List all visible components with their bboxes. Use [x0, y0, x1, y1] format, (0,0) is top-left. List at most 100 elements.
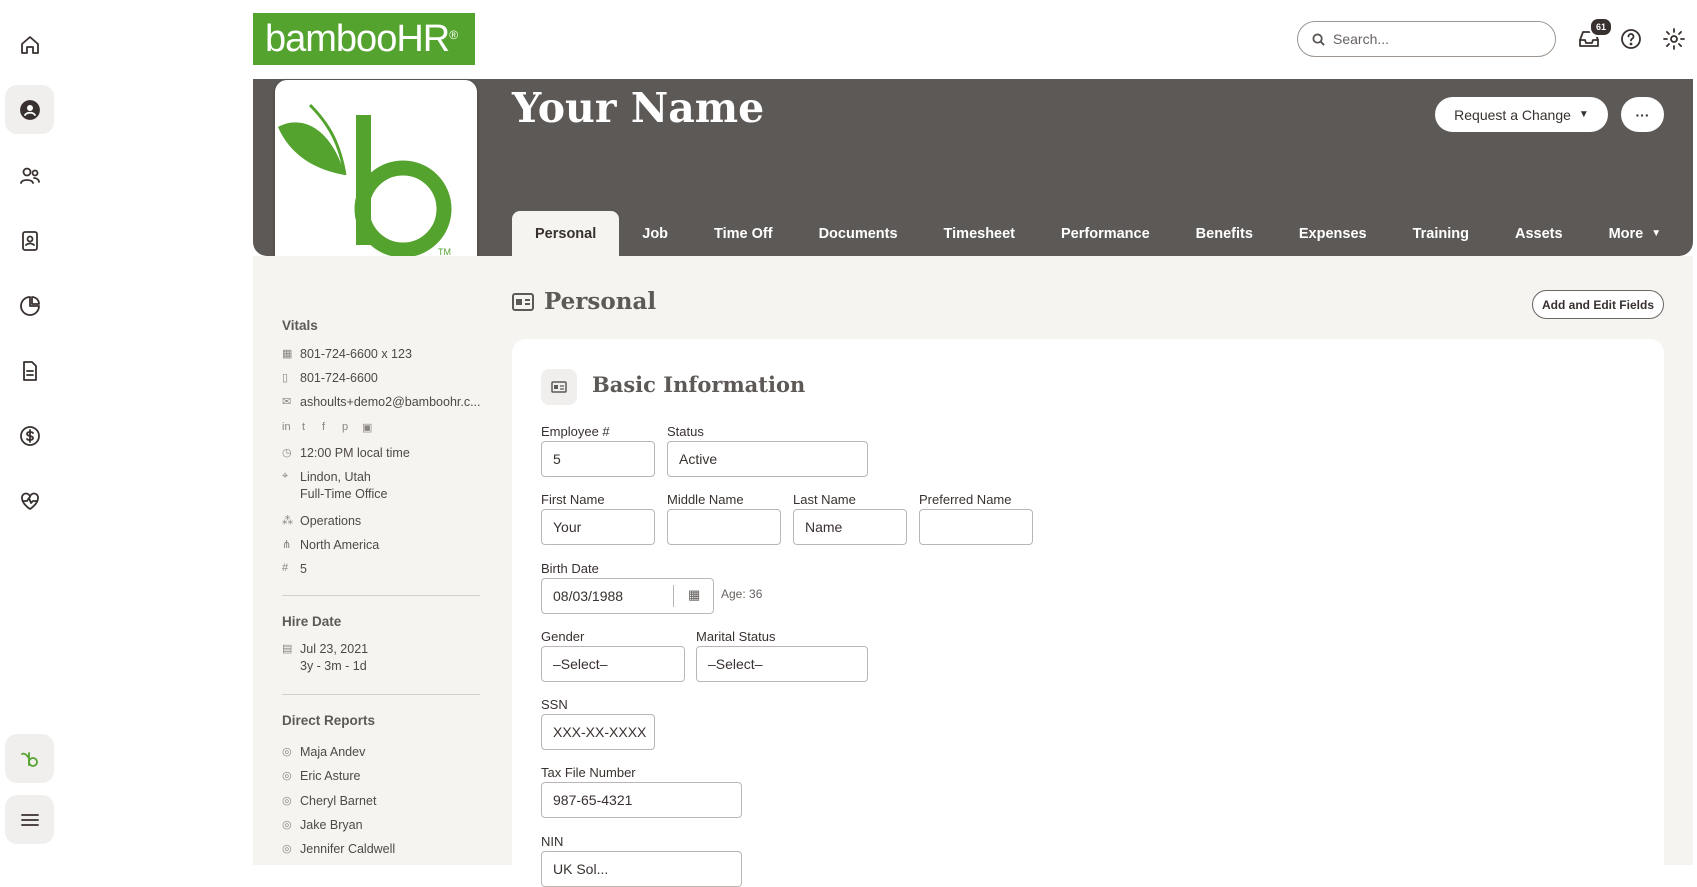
location: ⌖ Lindon, Utah Full-Time Office: [282, 470, 388, 501]
basic-info-title: Basic Information: [592, 372, 806, 397]
birth-date-field[interactable]: 08/03/1988 ▦: [541, 578, 714, 614]
person-icon: ◎: [282, 819, 292, 831]
people-icon[interactable]: [5, 151, 54, 200]
person-icon: ◎: [282, 795, 292, 807]
facebook-icon[interactable]: f: [322, 421, 336, 433]
search-icon: [1312, 32, 1325, 46]
help-icon[interactable]: [1617, 25, 1645, 53]
employee-photo: TM: [275, 80, 477, 283]
pinterest-icon[interactable]: p: [342, 421, 356, 433]
linkedin-icon[interactable]: in: [282, 421, 296, 433]
email-text[interactable]: ashoults+demo2@bamboohr.c...: [300, 395, 481, 409]
tab-performance[interactable]: Performance: [1038, 211, 1173, 256]
direct-report-item[interactable]: ◎ Jennifer Caldwell: [282, 842, 395, 856]
status-field[interactable]: Active: [667, 441, 868, 477]
add-edit-fields-button[interactable]: Add and Edit Fields: [1532, 290, 1664, 319]
tab-time-off[interactable]: Time Off: [691, 211, 796, 256]
middle-name-field[interactable]: [667, 509, 781, 545]
id-card-icon: [512, 292, 534, 311]
direct-report-item[interactable]: ◎ Eric Asture: [282, 769, 360, 783]
request-change-button[interactable]: Request a Change ▼: [1435, 97, 1608, 132]
notification-badge: 61: [1588, 17, 1613, 37]
division-text: North America: [300, 538, 380, 552]
tab-benefits[interactable]: Benefits: [1173, 211, 1276, 256]
ssn-field[interactable]: XXX-XX-XXXX: [541, 714, 655, 750]
local-time-text: 12:00 PM local time: [300, 446, 410, 460]
department-text: Operations: [300, 514, 362, 528]
tab-training[interactable]: Training: [1390, 211, 1492, 256]
tab-personal[interactable]: Personal: [512, 211, 620, 256]
my-info-icon[interactable]: [5, 85, 54, 134]
payroll-icon[interactable]: [5, 411, 54, 460]
reports-icon[interactable]: [5, 281, 54, 330]
direct-report-item[interactable]: ◎ Cheryl Barnet: [282, 794, 376, 808]
tab-assets[interactable]: Assets: [1492, 211, 1586, 256]
menu-icon[interactable]: [5, 795, 54, 844]
tab-expenses[interactable]: Expenses: [1276, 211, 1390, 256]
calendar-icon[interactable]: ▦: [688, 587, 700, 603]
gender-select[interactable]: –Select–: [541, 646, 685, 682]
tab-more-label: More: [1608, 225, 1644, 242]
direct-report-name[interactable]: Cheryl Barnet: [300, 794, 376, 808]
settings-gear-icon[interactable]: [1660, 25, 1688, 53]
tax-file-number-field[interactable]: 987-65-4321: [541, 782, 742, 818]
preferred-name-label: Preferred Name: [919, 492, 1012, 507]
first-name-field[interactable]: Your: [541, 509, 655, 545]
social-links: in t f p ▣: [282, 421, 376, 434]
gender-label: Gender: [541, 629, 585, 644]
division: ⋔ North America: [282, 538, 379, 552]
nav-rail: [0, 0, 58, 865]
nin-label: NIN: [541, 834, 564, 849]
inbox-icon[interactable]: 61: [1575, 17, 1613, 53]
direct-report-name[interactable]: Jake Bryan: [300, 818, 363, 832]
nin-field[interactable]: UK Sol...: [541, 851, 742, 887]
work-phone: ▦ 801-724-6600 x 123: [282, 347, 412, 361]
hire-date-text: Jul 23, 2021: [300, 642, 369, 656]
direct-reports-heading: Direct Reports: [282, 713, 376, 728]
location-city: Lindon, Utah: [300, 470, 371, 484]
phone-icon: ▯: [282, 372, 289, 384]
age-text: Age: 36: [721, 587, 763, 601]
marital-status-select[interactable]: –Select–: [696, 646, 868, 682]
id-card-icon: [541, 369, 577, 405]
instagram-icon[interactable]: ▣: [362, 421, 376, 434]
caret-down-icon: ▼: [1578, 109, 1589, 120]
tab-more[interactable]: More ▼: [1586, 211, 1685, 256]
employee-no-field[interactable]: 5: [541, 441, 655, 477]
bamboo-logo-icon[interactable]: [5, 734, 54, 783]
preferred-name-field[interactable]: [919, 509, 1033, 545]
home-icon[interactable]: [5, 20, 54, 69]
files-icon[interactable]: [5, 346, 54, 395]
caret-down-icon: ▼: [1651, 228, 1662, 239]
direct-report-name[interactable]: Maja Andev: [300, 745, 365, 759]
search-input[interactable]: Search...: [1297, 21, 1556, 57]
request-change-label: Request a Change: [1454, 106, 1571, 123]
divider: [673, 585, 674, 607]
tab-documents[interactable]: Documents: [796, 211, 921, 256]
first-name-label: First Name: [541, 492, 605, 507]
location-pin-icon: ⌖: [282, 470, 289, 482]
department-icon: ⁂: [282, 515, 293, 527]
direct-report-name[interactable]: Jennifer Caldwell: [300, 842, 395, 856]
local-time: ◷ 12:00 PM local time: [282, 446, 410, 460]
directory-icon[interactable]: [5, 216, 54, 265]
last-name-label: Last Name: [793, 492, 856, 507]
bamboohr-logo[interactable]: bambooHR ®: [253, 13, 475, 65]
direct-report-name[interactable]: Eric Asture: [300, 769, 360, 783]
clock-icon: ◷: [282, 447, 292, 459]
email[interactable]: ✉ ashoults+demo2@bamboohr.c...: [282, 395, 481, 409]
direct-report-item[interactable]: ◎ Jake Bryan: [282, 818, 363, 832]
tab-timesheet[interactable]: Timesheet: [921, 211, 1038, 256]
tab-job[interactable]: Job: [619, 211, 691, 256]
vitals-heading: Vitals: [282, 318, 318, 333]
last-name-field[interactable]: Name: [793, 509, 907, 545]
search-placeholder: Search...: [1333, 31, 1390, 47]
twitter-icon[interactable]: t: [302, 421, 316, 433]
direct-report-item[interactable]: ◎ Maja Andev: [282, 745, 365, 759]
person-icon: ◎: [282, 746, 292, 758]
section-title: Personal: [512, 288, 656, 315]
more-actions-button[interactable]: ···: [1621, 97, 1664, 132]
hire-date-heading: Hire Date: [282, 614, 342, 629]
department: ⁂ Operations: [282, 514, 361, 528]
wellbeing-icon[interactable]: [5, 476, 54, 525]
